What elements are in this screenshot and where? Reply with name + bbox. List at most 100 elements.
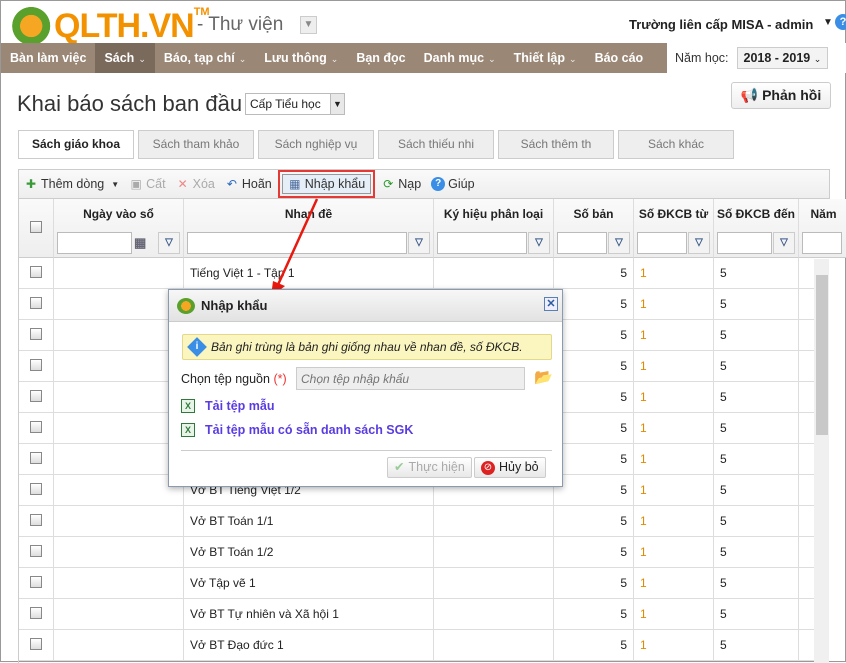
save-icon: ▣ bbox=[130, 177, 142, 191]
execute-button[interactable]: ✔ Thực hiện bbox=[387, 457, 472, 478]
download-sgk-template-link[interactable]: X Tải tệp mẫu có sẵn danh sách SGK bbox=[181, 423, 413, 437]
year-select[interactable]: 2018 - 2019 ⌄ bbox=[736, 47, 829, 69]
feedback-button[interactable]: 📢 Phản hồi bbox=[731, 82, 831, 109]
save-button[interactable]: ▣ Cất bbox=[129, 177, 165, 191]
filter-icon[interactable]: ▽ bbox=[528, 232, 550, 254]
reg-to: 5 bbox=[720, 452, 727, 466]
nav-item[interactable]: Lưu thông ⌄ bbox=[255, 43, 347, 73]
row-checkbox[interactable] bbox=[30, 607, 42, 619]
help-icon[interactable]: ? bbox=[835, 14, 846, 30]
row-checkbox[interactable] bbox=[30, 483, 42, 495]
calendar-icon[interactable]: ▦ bbox=[134, 235, 146, 251]
nav-item[interactable]: Bàn làm việc bbox=[1, 43, 95, 73]
reg-to: 5 bbox=[720, 638, 727, 652]
filter-icon[interactable]: ▽ bbox=[688, 232, 710, 254]
toolbar: ✚ Thêm dòng ▼ ▣ Cất ✕ Xóa ↶ Hoãn ▦ Nhập khẩu ⟳… bbox=[18, 169, 830, 199]
row-checkbox[interactable] bbox=[30, 328, 42, 340]
table-row[interactable]: Vở BT Toán 1/1 5 1 5 bbox=[19, 506, 814, 537]
close-icon[interactable]: ✕ bbox=[544, 297, 558, 311]
download-template-link[interactable]: X Tải tệp mẫu bbox=[181, 399, 274, 413]
excel-icon: X bbox=[181, 423, 195, 437]
nav-item[interactable]: Sách ⌄ bbox=[95, 43, 155, 73]
reg-from: 1 bbox=[640, 545, 647, 559]
row-checkbox[interactable] bbox=[30, 576, 42, 588]
module-dropdown[interactable]: ▼ bbox=[300, 16, 317, 34]
undo-button[interactable]: ↶ Hoãn bbox=[225, 177, 272, 191]
user-menu[interactable]: Trường liên cấp MISA - admin bbox=[629, 17, 813, 32]
copies: 5 bbox=[620, 452, 627, 466]
add-row-button[interactable]: ✚ Thêm dòng ▼ bbox=[24, 177, 119, 191]
delete-button[interactable]: ✕ Xóa bbox=[176, 177, 215, 191]
dialog-header: Nhập khẩu ✕ bbox=[169, 290, 562, 322]
tab[interactable]: Sách tham khảo bbox=[138, 130, 254, 159]
reg-from: 1 bbox=[640, 483, 647, 497]
module-name: - Thư viện bbox=[197, 14, 284, 35]
column-title: Số bản bbox=[573, 207, 614, 221]
column-filter-input[interactable] bbox=[57, 232, 132, 254]
table-row[interactable]: Vở BT Đạo đức 1515 bbox=[19, 630, 814, 661]
filter-icon[interactable]: ▽ bbox=[608, 232, 630, 254]
reg-from: 1 bbox=[640, 328, 647, 342]
tab[interactable]: Sách nghiệp vụ bbox=[258, 130, 374, 159]
logo[interactable]: QLTH.VN TM bbox=[7, 6, 210, 46]
copies: 5 bbox=[620, 638, 627, 652]
nav-item[interactable]: Danh mục ⌄ bbox=[415, 43, 505, 73]
reg-to: 5 bbox=[720, 359, 727, 373]
filter-icon[interactable]: ▽ bbox=[158, 232, 180, 254]
tab[interactable]: Sách thêm th bbox=[498, 130, 614, 159]
nav-item[interactable]: Thiết lập ⌄ bbox=[505, 43, 586, 73]
row-checkbox[interactable] bbox=[30, 638, 42, 650]
row-checkbox[interactable] bbox=[30, 514, 42, 526]
column-title: Số ĐKCB đến bbox=[717, 207, 795, 221]
row-checkbox[interactable] bbox=[30, 359, 42, 371]
filter-icon[interactable]: ▽ bbox=[773, 232, 795, 254]
reg-from: 1 bbox=[640, 421, 647, 435]
copies: 5 bbox=[620, 328, 627, 342]
column-filter-input[interactable] bbox=[437, 232, 527, 254]
nav-item[interactable]: Bạn đọc bbox=[347, 43, 414, 73]
column-filter-input[interactable] bbox=[802, 232, 842, 254]
column-filter-input[interactable] bbox=[637, 232, 687, 254]
reg-to: 5 bbox=[720, 483, 727, 497]
select-all-checkbox[interactable] bbox=[30, 221, 42, 233]
logo-icon bbox=[7, 6, 51, 46]
import-button[interactable]: ▦ Nhập khẩu bbox=[277, 170, 376, 198]
row-checkbox[interactable] bbox=[30, 421, 42, 433]
column-filter-input[interactable] bbox=[557, 232, 607, 254]
row-checkbox[interactable] bbox=[30, 266, 42, 278]
reload-button[interactable]: ⟳ Nạp bbox=[381, 177, 421, 191]
source-file-input[interactable] bbox=[296, 367, 525, 390]
info-icon: i bbox=[187, 337, 207, 357]
copies: 5 bbox=[620, 266, 627, 280]
nav-item[interactable]: Báo cáo bbox=[586, 43, 653, 73]
table-row[interactable]: Vở Tập vẽ 1515 bbox=[19, 568, 814, 599]
column-header: Năm bbox=[799, 199, 846, 258]
reg-to: 5 bbox=[720, 607, 727, 621]
help-button[interactable]: ? Giúp bbox=[431, 177, 475, 191]
table-row[interactable]: Vở BT Tự nhiên và Xã hội 1515 bbox=[19, 599, 814, 630]
reg-from: 1 bbox=[640, 514, 647, 528]
copies: 5 bbox=[620, 390, 627, 404]
column-filter-input[interactable] bbox=[187, 232, 407, 254]
table-row[interactable]: Vở BT Toán 1/2 5 1 5 bbox=[19, 537, 814, 568]
row-checkbox[interactable] bbox=[30, 297, 42, 309]
row-checkbox[interactable] bbox=[30, 545, 42, 557]
filter-icon[interactable]: ▽ bbox=[408, 232, 430, 254]
caret-down-icon[interactable]: ▼ bbox=[823, 17, 833, 28]
reg-to: 5 bbox=[720, 328, 727, 342]
cancel-button[interactable]: ⊘ Hủy bỏ bbox=[474, 457, 546, 478]
tab[interactable]: Sách thiếu nhi bbox=[378, 130, 494, 159]
row-checkbox[interactable] bbox=[30, 452, 42, 464]
column-filter-input[interactable] bbox=[717, 232, 772, 254]
table-row[interactable]: Tiếng Việt 1 - Tập 1515 bbox=[19, 258, 814, 289]
reg-to: 5 bbox=[720, 421, 727, 435]
level-select[interactable]: Cấp Tiểu học ▼ bbox=[245, 93, 345, 115]
open-folder-icon[interactable]: 📂 bbox=[534, 368, 553, 386]
scrollbar-thumb[interactable] bbox=[816, 275, 828, 435]
nav-item[interactable]: Báo, tạp chí ⌄ bbox=[155, 43, 255, 73]
help-icon: ? bbox=[431, 177, 446, 191]
row-checkbox[interactable] bbox=[30, 390, 42, 402]
tab[interactable]: Sách khác bbox=[618, 130, 734, 159]
tab[interactable]: Sách giáo khoa bbox=[18, 130, 134, 159]
copies: 5 bbox=[620, 576, 627, 590]
